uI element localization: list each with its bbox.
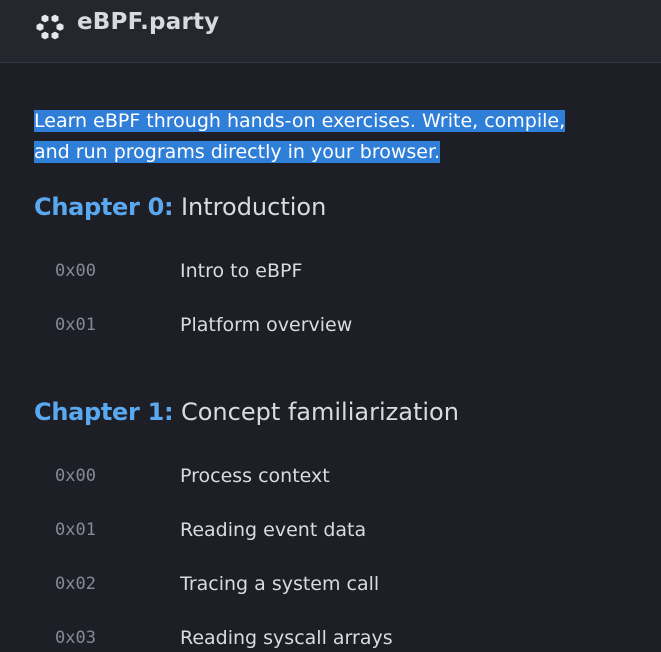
chapter-title: Concept familiarization: [180, 398, 459, 426]
chapter-heading-0: Chapter 0: Introduction: [34, 193, 326, 221]
lesson-id: 0x00: [55, 466, 96, 486]
lesson-title[interactable]: Reading syscall arrays: [180, 624, 393, 652]
site-title[interactable]: eBPF.party: [77, 9, 219, 35]
intro-line-2: and run programs directly in your browse…: [34, 141, 441, 163]
lesson-title[interactable]: Process context: [180, 462, 330, 490]
lesson-title[interactable]: Intro to eBPF: [180, 257, 302, 285]
lesson-item[interactable]: 0x01 Reading event data: [34, 516, 634, 544]
lesson-id: 0x02: [55, 574, 96, 594]
lesson-title[interactable]: Reading event data: [180, 516, 366, 544]
hexagon-cluster-icon[interactable]: [34, 10, 66, 42]
lesson-item[interactable]: 0x00 Process context: [34, 462, 634, 490]
intro-line-1: Learn eBPF through hands-on exercises. W…: [34, 110, 566, 132]
lesson-id: 0x01: [55, 315, 96, 335]
lesson-item[interactable]: 0x01 Platform overview: [34, 311, 634, 339]
lesson-id: 0x00: [55, 261, 96, 281]
top-header: eBPF.party: [0, 0, 661, 63]
lesson-id: 0x01: [55, 520, 96, 540]
intro-paragraph: Learn eBPF through hands-on exercises. W…: [34, 106, 634, 168]
lesson-title[interactable]: Tracing a system call: [180, 570, 379, 598]
chapter-number: Chapter 1:: [34, 398, 174, 426]
chapter-title: Introduction: [180, 193, 327, 221]
lesson-title[interactable]: Platform overview: [180, 311, 352, 339]
lesson-item[interactable]: 0x03 Reading syscall arrays: [34, 624, 634, 652]
lesson-item[interactable]: 0x02 Tracing a system call: [34, 570, 634, 598]
lesson-item[interactable]: 0x00 Intro to eBPF: [34, 257, 634, 285]
chapter-number: Chapter 0:: [34, 193, 174, 221]
chapter-heading-1: Chapter 1: Concept familiarization: [34, 398, 459, 426]
lesson-id: 0x03: [55, 628, 96, 648]
